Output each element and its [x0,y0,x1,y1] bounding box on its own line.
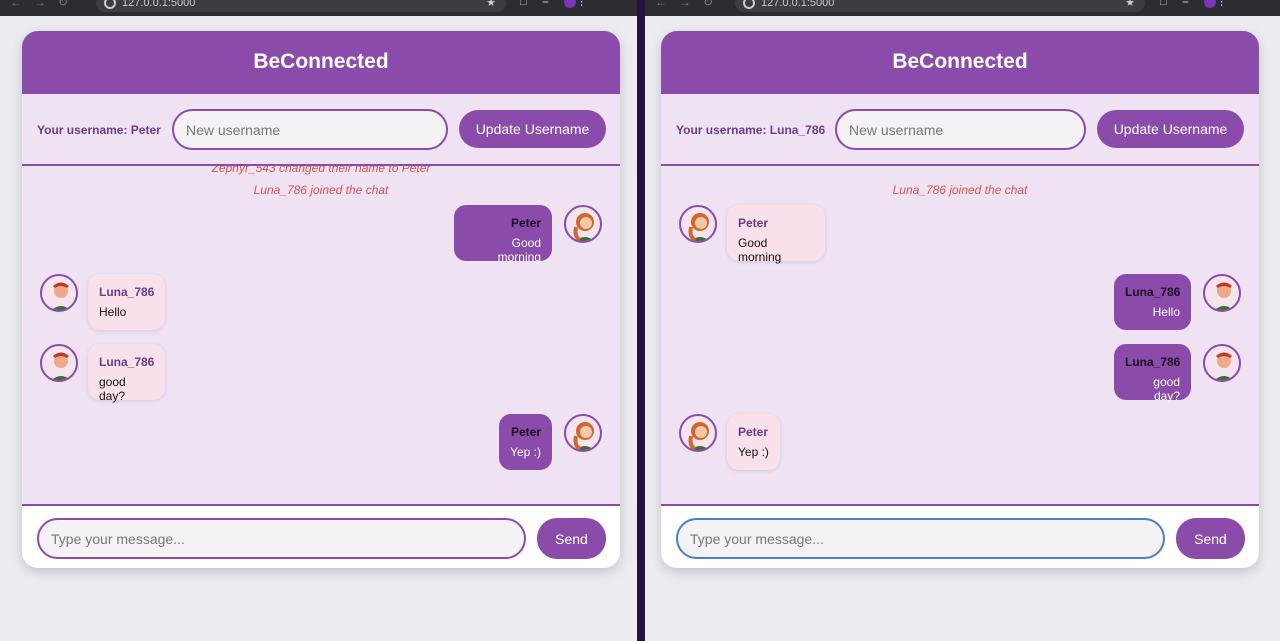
message-author: Peter [738,425,769,439]
message-list: Luna_786 joined the chat Peter Good morn… [661,166,1259,503]
message-author: Peter [510,425,541,439]
url-text: 127.0.0.1:5000 [122,0,196,9]
message-author: Luna_786 [99,355,155,369]
avatar-man-icon [1203,274,1241,312]
message-input[interactable] [676,518,1165,559]
message-bubble: Peter Good morning [454,205,552,264]
browser-window-right: ←→↻ 127.0.0.1:5000 ★ □⎯ ⋮ BeConnected You… [645,0,1280,641]
app-title: BeConnected [22,31,620,94]
avatar-woman-icon [564,205,602,243]
bookmark-star-icon[interactable]: ★ [486,0,496,12]
message-bubble: Luna_786 Hello [1114,274,1191,330]
current-username: Your username: Luna_786 [676,123,826,137]
message-row: Luna_786 Hello [661,274,1259,332]
message-input[interactable] [37,518,526,559]
message-author: Luna_786 [1125,285,1181,299]
system-message: Luna_786 joined the chat [892,183,1028,197]
site-info-icon[interactable] [743,0,755,9]
chat-app: BeConnected Your username: Peter Update … [22,31,620,568]
message-row: Luna_786 good day? [661,344,1259,403]
avatar-woman-icon [679,205,717,243]
avatar-woman-icon [564,414,602,452]
message-text: Good morning [738,236,782,264]
message-bubble: Peter Yep :) [727,414,780,470]
message-row: Luna_786 good day? [22,344,620,403]
compose-bar: Send [661,504,1259,568]
message-author: Luna_786 [1125,355,1181,369]
message-row: Peter Yep :) [661,414,1259,472]
message-text: good day? [1153,375,1180,403]
message-text: good day? [99,375,126,403]
message-author: Peter [738,216,769,230]
message-row: Peter Good morning [661,205,1259,264]
address-bar[interactable]: 127.0.0.1:5000 ★ [735,0,1145,12]
bookmark-star-icon[interactable]: ★ [1125,0,1135,12]
app-title: BeConnected [661,31,1259,94]
update-username-button[interactable]: Update Username [459,110,606,148]
system-message: Luna_786 joined the chat [253,183,389,197]
avatar-man-icon [40,344,78,382]
message-row: Peter Good morning [22,205,620,264]
message-list: Zephyr_543 changed their name to Peter L… [22,166,620,503]
message-author: Peter [510,216,541,230]
browser-window-left: ←→↻ 127.0.0.1:5000 ★ □⎯ ⋮ BeConnected You… [0,0,637,641]
message-bubble: Luna_786 good day? [1114,344,1191,403]
nav-buttons[interactable]: ←→↻ [10,0,80,9]
chat-app: BeConnected Your username: Luna_786 Upda… [661,31,1259,568]
message-text: Hello [99,305,127,319]
message-text: Yep :) [738,445,769,459]
avatar-man-icon [1203,344,1241,382]
profile-icon[interactable] [564,0,577,9]
send-button[interactable]: Send [1176,518,1245,559]
system-message: Zephyr_543 changed their name to Peter [211,166,431,175]
message-bubble: Luna_786 good day? [88,344,165,403]
message-row: Peter Yep :) [22,414,620,472]
message-text: Yep :) [510,445,541,459]
username-bar: Your username: Luna_786 Update Username [661,94,1259,166]
browser-toolbar: ←→↻ 127.0.0.1:5000 ★ □⎯ ⋮ [0,0,637,16]
message-bubble: Peter Yep :) [499,414,552,470]
site-info-icon[interactable] [104,0,116,9]
send-button[interactable]: Send [537,518,606,559]
message-text: Good morning [497,236,541,264]
url-text: 127.0.0.1:5000 [761,0,835,9]
message-bubble: Peter Good morning [727,205,825,264]
avatar-man-icon [40,274,78,312]
username-bar: Your username: Peter Update Username [22,94,620,166]
avatar-woman-icon [679,414,717,452]
new-username-input[interactable] [172,109,448,150]
current-username: Your username: Peter [37,123,161,137]
message-text: Hello [1152,305,1180,319]
new-username-input[interactable] [835,109,1086,150]
nav-buttons[interactable]: ←→↻ [655,0,725,9]
update-username-button[interactable]: Update Username [1097,110,1244,148]
toolbar-extensions[interactable]: □⎯ ⋮ [1160,0,1243,9]
compose-bar: Send [22,504,620,568]
profile-icon[interactable] [1204,0,1217,9]
toolbar-extensions[interactable]: □⎯ ⋮ [520,0,603,9]
message-bubble: Luna_786 Hello [88,274,165,330]
browser-toolbar: ←→↻ 127.0.0.1:5000 ★ □⎯ ⋮ [645,0,1280,16]
message-row: Luna_786 Hello [22,274,620,332]
message-author: Luna_786 [99,285,155,299]
address-bar[interactable]: 127.0.0.1:5000 ★ [96,0,506,12]
